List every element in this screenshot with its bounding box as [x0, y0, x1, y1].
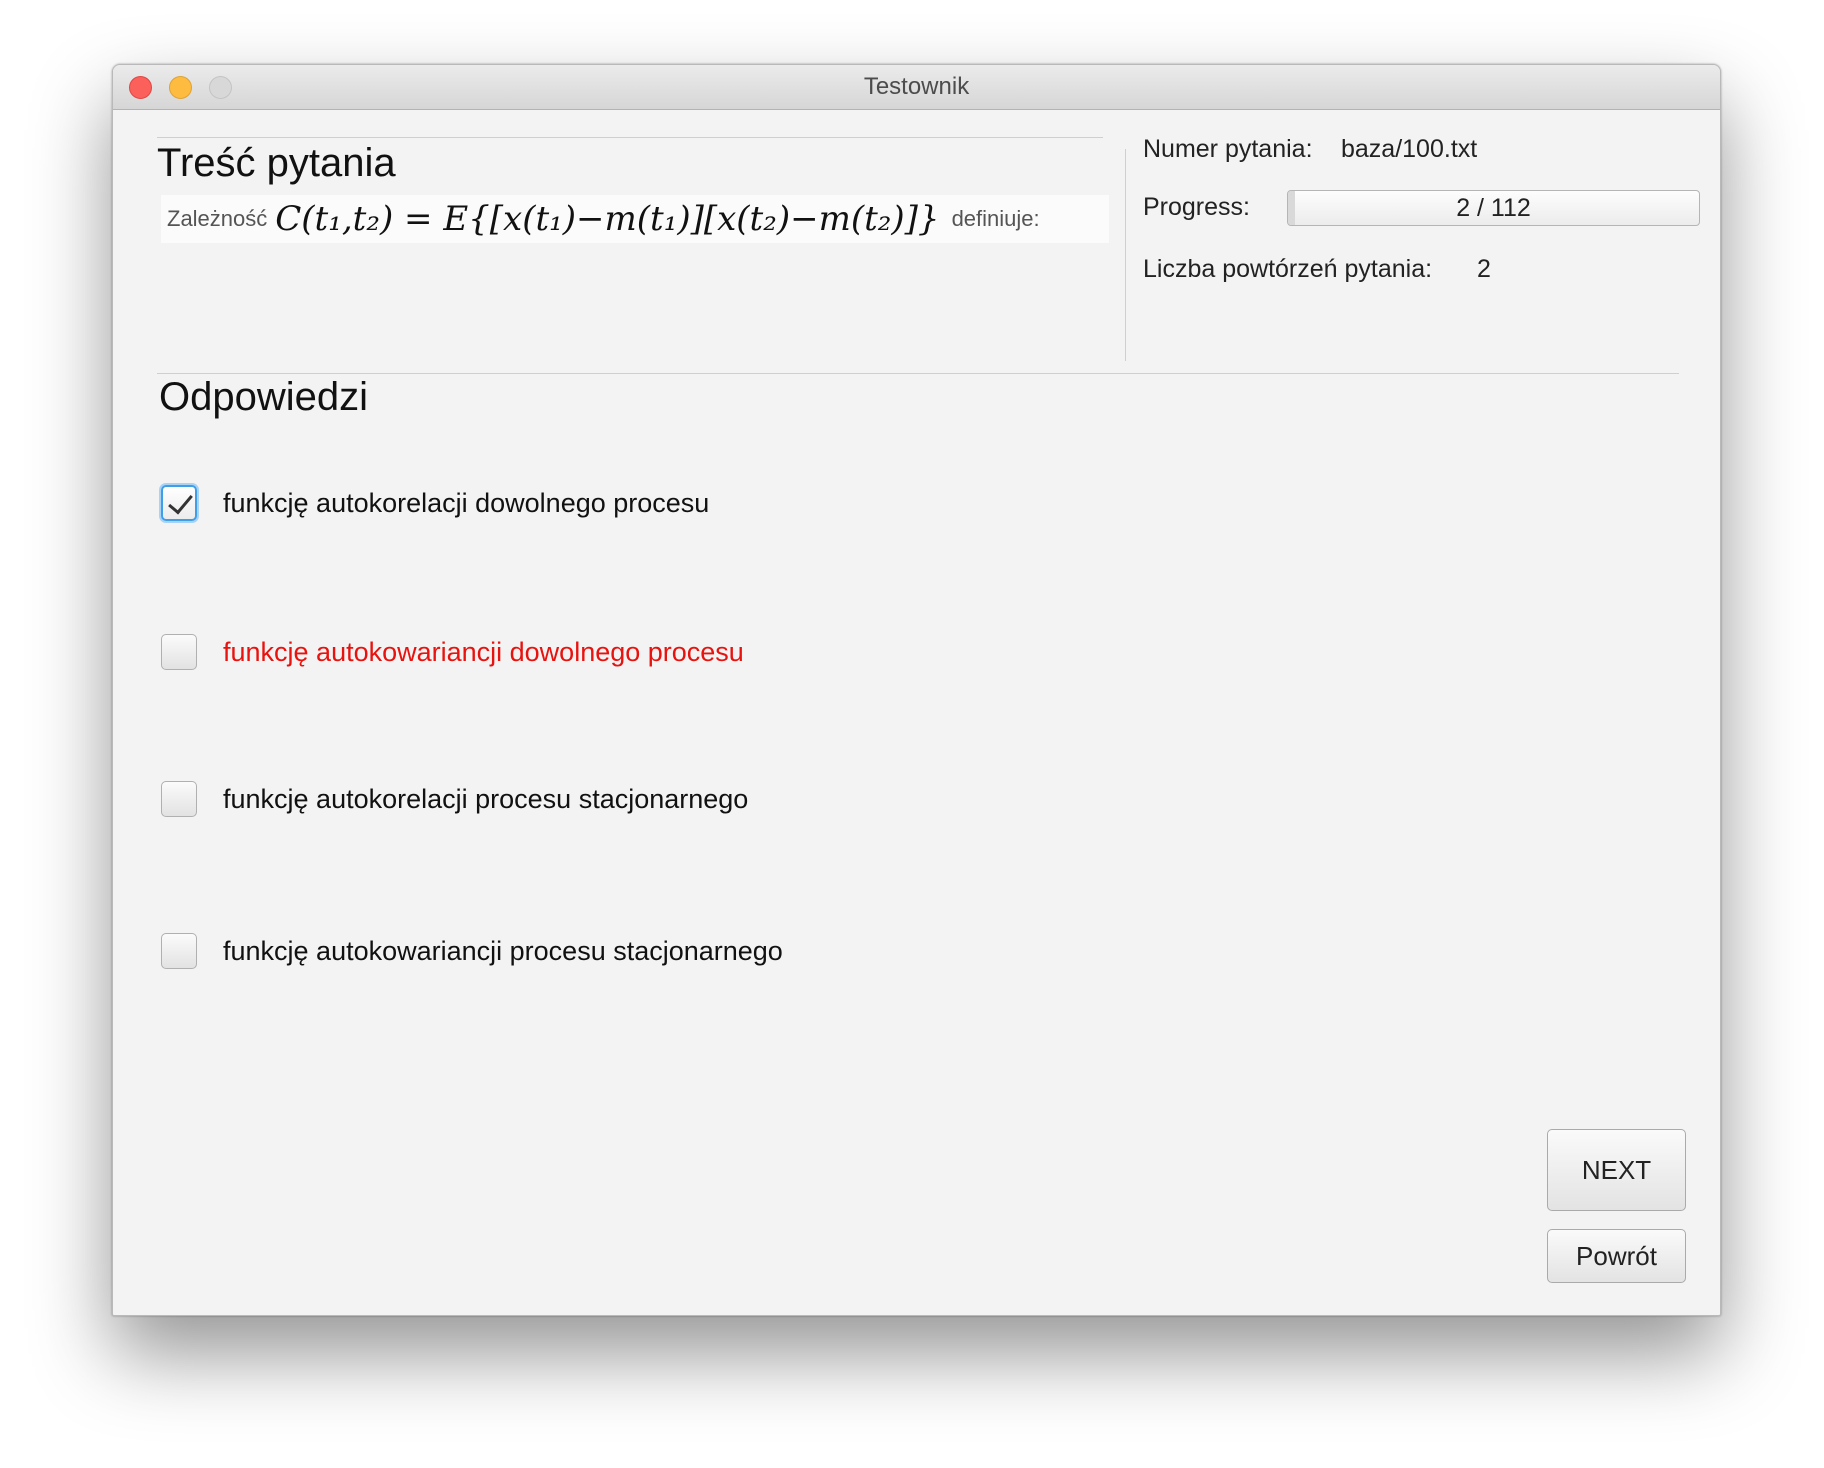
- question-text-after: definiuje:: [951, 206, 1040, 231]
- title-bar[interactable]: Testownik: [113, 65, 1720, 110]
- window-title: Testownik: [863, 73, 970, 100]
- answer-checkbox[interactable]: [161, 485, 197, 521]
- answer-option[interactable]: funkcję autokorelacji procesu stacjonarn…: [161, 779, 748, 819]
- question-text-before: Zależność: [167, 206, 268, 231]
- answer-label[interactable]: funkcję autokorelacji dowolnego procesu: [223, 488, 709, 519]
- answer-option[interactable]: funkcję autokowariancji procesu stacjona…: [161, 931, 783, 971]
- back-button[interactable]: Powrót: [1547, 1229, 1686, 1283]
- progress-text: 2 / 112: [1456, 194, 1531, 222]
- progress-bar: 2 / 112: [1287, 190, 1700, 226]
- answer-option[interactable]: funkcję autokorelacji dowolnego procesu: [161, 483, 709, 523]
- question-text: Zależność C(t₁,t₂) = E{[x(t₁)−m(t₁)][x(t…: [161, 195, 1109, 243]
- answer-checkbox[interactable]: [161, 634, 197, 670]
- repeat-count-label: Liczba powtórzeń pytania:: [1143, 255, 1433, 283]
- answer-label[interactable]: funkcję autokorelacji procesu stacjonarn…: [223, 784, 748, 815]
- question-number-label: Numer pytania:: [1143, 135, 1313, 163]
- vertical-divider: [1125, 149, 1126, 361]
- next-button[interactable]: NEXT: [1547, 1129, 1686, 1211]
- answers-heading: Odpowiedzi: [159, 375, 369, 419]
- question-heading: Treść pytania: [157, 141, 396, 185]
- question-formula: C(t₁,t₂) = E{[x(t₁)−m(t₁)][x(t₂)−m(t₂)]}: [275, 199, 940, 239]
- progress-label: Progress:: [1143, 193, 1250, 221]
- answers-divider: [157, 373, 1679, 374]
- app-window: Testownik Treść pytania Zależność C(t₁,t…: [112, 64, 1721, 1316]
- answer-checkbox[interactable]: [161, 933, 197, 969]
- repeat-count-value: 2: [1477, 255, 1491, 283]
- answer-label[interactable]: funkcję autokowariancji procesu stacjona…: [223, 936, 783, 967]
- question-number-value: baza/100.txt: [1341, 135, 1478, 163]
- question-top-divider: [157, 137, 1103, 138]
- answer-checkbox[interactable]: [161, 781, 197, 817]
- answer-option[interactable]: funkcję autokowariancji dowolnego proces…: [161, 632, 744, 672]
- answer-label[interactable]: funkcję autokowariancji dowolnego proces…: [223, 637, 744, 668]
